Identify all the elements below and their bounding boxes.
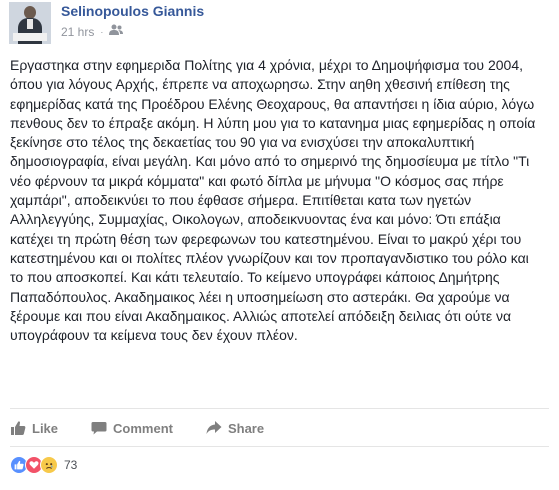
comment-button[interactable]: Comment <box>91 420 173 436</box>
share-label: Share <box>227 420 265 436</box>
avatar[interactable] <box>9 2 51 44</box>
sad-reaction-icon <box>40 456 58 474</box>
friends-icon[interactable] <box>109 24 124 39</box>
share-button[interactable]: Share <box>206 420 264 436</box>
divider <box>10 408 549 409</box>
share-icon <box>206 421 222 434</box>
post-meta: 21 hrs · <box>61 24 124 39</box>
timestamp[interactable]: 21 hrs <box>61 25 94 39</box>
like-button[interactable]: Like <box>10 420 58 436</box>
like-label: Like <box>32 420 59 436</box>
post-text: Εργαστηκα στην εφημεριδα Πολίτης για 4 χ… <box>10 56 545 345</box>
comment-icon <box>91 422 107 435</box>
action-bar: Like Comment Share <box>10 418 297 438</box>
divider <box>10 446 549 447</box>
comment-label: Comment <box>113 420 173 436</box>
thumbs-up-icon <box>11 421 26 435</box>
reaction-count[interactable]: 73 <box>64 458 77 472</box>
author-name[interactable]: Selinopoulos Giannis <box>61 3 204 19</box>
reactions-summary[interactable]: 73 <box>10 454 77 476</box>
post-body: Εργαστηκα στην εφημεριδα Πολίτης για 4 χ… <box>10 57 536 344</box>
meta-separator: · <box>100 26 104 37</box>
